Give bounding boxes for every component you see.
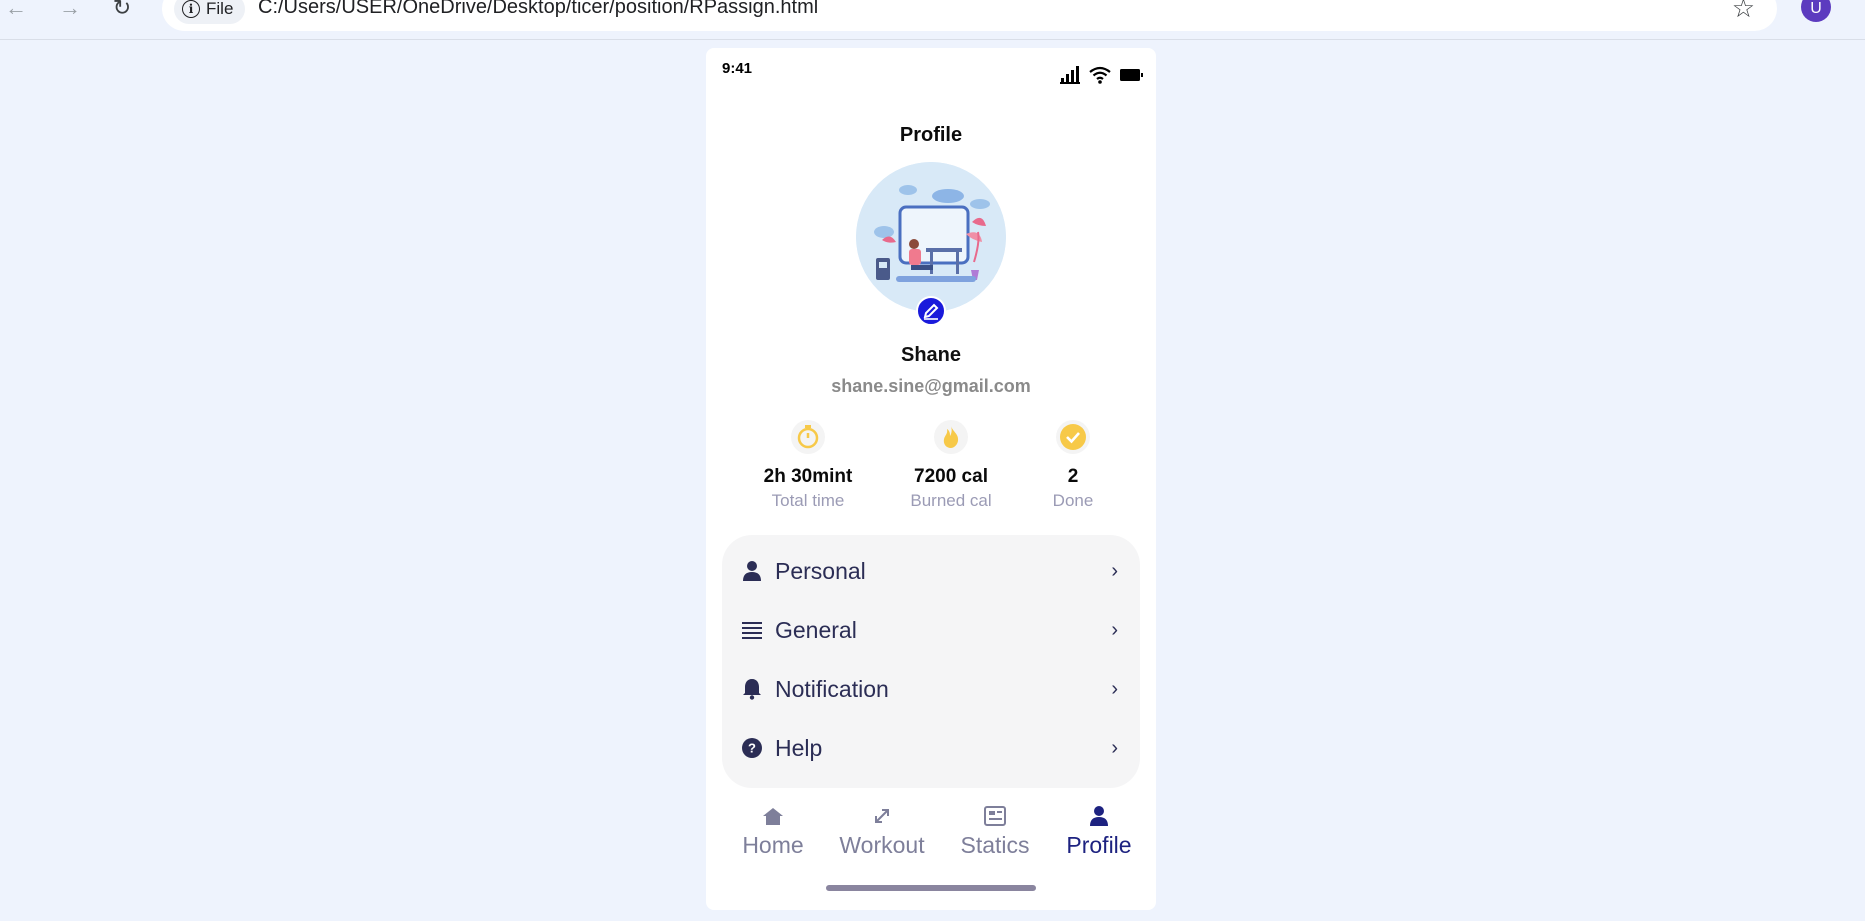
stat-label: Done	[1052, 491, 1094, 510]
stat-total-time: 2h 30mint Total time	[743, 420, 873, 511]
svg-text:?: ?	[748, 741, 756, 756]
tab-statics[interactable]: Statics	[945, 804, 1045, 859]
settings-menu: Personal › General › Notification › ? He…	[722, 535, 1140, 788]
stat-value: 2	[1067, 466, 1079, 487]
menu-item-personal[interactable]: Personal ›	[722, 546, 1140, 596]
address-bar[interactable]: i File C:/Users/USER/OneDrive/Desktop/ti…	[162, 0, 1777, 31]
chevron-right-icon: ›	[1111, 559, 1118, 582]
stopwatch-icon	[791, 420, 825, 454]
stat-value: 2h 30mint	[763, 466, 853, 487]
bottom-tab-bar: Home Workout Statics Profile	[706, 804, 1156, 874]
stat-label: Total time	[771, 491, 845, 510]
stat-value: 7200 cal	[914, 466, 988, 487]
menu-item-label: Notification	[775, 675, 889, 702]
check-circle-icon	[1056, 420, 1090, 454]
menu-item-notification[interactable]: Notification ›	[722, 664, 1140, 714]
tab-workout[interactable]: Workout	[832, 804, 932, 859]
tab-label: Statics	[960, 832, 1030, 858]
list-icon	[740, 618, 764, 642]
home-indicator	[826, 885, 1036, 891]
back-icon[interactable]: ←	[2, 0, 30, 20]
battery-icon	[1120, 69, 1143, 81]
menu-item-general[interactable]: General ›	[722, 605, 1140, 655]
menu-item-label: Help	[775, 734, 823, 761]
forward-icon[interactable]: →	[56, 0, 84, 20]
user-name: Shane	[900, 344, 962, 366]
page-title: Profile	[899, 124, 963, 146]
person-icon	[1049, 804, 1149, 828]
flame-icon	[934, 420, 968, 454]
chevron-right-icon: ›	[1111, 618, 1118, 641]
file-label: File	[206, 0, 234, 18]
pencil-icon	[923, 303, 939, 320]
home-icon	[723, 804, 823, 828]
stat-done: 2 Done	[1008, 420, 1138, 511]
phone-screen: 9:41 Profile Shane shane.sine@gmail.com …	[706, 48, 1156, 910]
menu-item-label: Personal	[775, 557, 866, 584]
expand-icon	[832, 804, 932, 828]
reload-icon[interactable]: ↻	[108, 0, 136, 20]
signal-icon	[1060, 66, 1080, 84]
wifi-icon	[1089, 66, 1111, 84]
edit-avatar-button[interactable]	[916, 296, 946, 326]
status-icons	[1060, 66, 1144, 84]
site-info-chip[interactable]: i File	[174, 0, 246, 24]
browser-toolbar: ← → ↻ i File C:/Users/USER/OneDrive/Desk…	[0, 0, 1865, 40]
menu-item-help[interactable]: ? Help ›	[722, 723, 1140, 773]
status-time: 9:41	[722, 60, 753, 77]
news-icon	[945, 804, 1045, 828]
help-icon: ?	[740, 736, 764, 760]
browser-profile-avatar[interactable]: U	[1801, 0, 1831, 22]
url-text[interactable]: C:/Users/USER/OneDrive/Desktop/ticer/pos…	[258, 0, 818, 19]
chevron-right-icon: ›	[1111, 736, 1118, 759]
tab-label: Home	[742, 832, 804, 858]
stat-burned-cal: 7200 cal Burned cal	[886, 420, 1016, 511]
user-email: shane.sine@gmail.com	[831, 376, 1031, 396]
tab-home[interactable]: Home	[723, 804, 823, 859]
bell-icon	[740, 677, 764, 701]
tab-label: Workout	[839, 832, 925, 858]
stat-label: Burned cal	[910, 491, 992, 510]
menu-item-label: General	[775, 616, 857, 643]
info-icon: i	[182, 0, 200, 18]
chevron-right-icon: ›	[1111, 677, 1118, 700]
tab-label: Profile	[1066, 832, 1132, 858]
tab-profile[interactable]: Profile	[1049, 804, 1149, 859]
bookmark-star-icon[interactable]: ☆	[1732, 0, 1755, 24]
person-icon	[740, 559, 764, 583]
profile-avatar	[856, 162, 1006, 312]
